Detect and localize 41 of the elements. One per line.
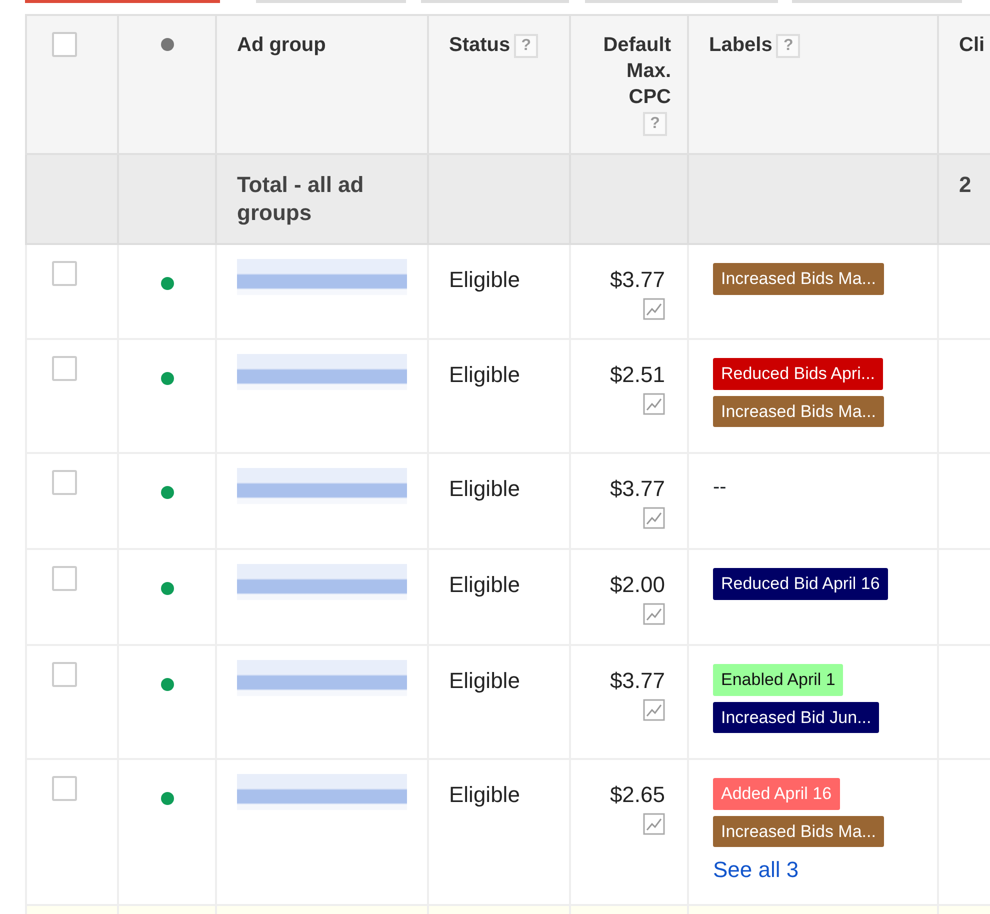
status-text: Eligible: [448, 571, 521, 599]
label-tag[interactable]: Reduced Bids Apri...: [713, 358, 884, 390]
total-clicks: 2: [959, 172, 972, 197]
total-label: Total - all ad groups: [237, 172, 364, 225]
label-tag[interactable]: Increased Bid Jun...: [713, 702, 880, 733]
see-all-link[interactable]: See all 3: [713, 853, 799, 886]
row-checkbox[interactable]: [52, 261, 77, 286]
tab[interactable]: [585, 0, 778, 3]
trend-chart-icon[interactable]: [643, 393, 665, 415]
trend-chart-icon[interactable]: [643, 507, 665, 529]
trend-chart-icon[interactable]: [643, 298, 665, 320]
column-header[interactable]: Ad group: [237, 34, 326, 56]
status-dot-header-icon: [160, 38, 174, 51]
row-checkbox[interactable]: [52, 776, 77, 801]
column-header[interactable]: Cli: [959, 34, 985, 56]
tab[interactable]: [25, 0, 220, 3]
status-text: Eligible: [448, 781, 521, 809]
trend-chart-icon[interactable]: [643, 813, 665, 835]
status-text: Eligible: [448, 266, 521, 294]
status-text: Eligible: [448, 361, 521, 389]
column-header[interactable]: Status: [449, 34, 510, 56]
row-checkbox[interactable]: [52, 662, 77, 687]
column-header[interactable]: Default Max. CPC: [591, 32, 671, 110]
label-tag[interactable]: Enabled April 1: [713, 664, 844, 696]
row-checkbox[interactable]: [52, 566, 77, 591]
label-tag[interactable]: Reduced Bid April 16: [713, 568, 888, 600]
trend-chart-icon[interactable]: [643, 603, 665, 625]
empty-labels-text: --: [713, 475, 726, 500]
row-checkbox[interactable]: [52, 356, 77, 381]
row-checkbox[interactable]: [52, 470, 77, 495]
label-tag[interactable]: Increased Bids Ma...: [713, 396, 884, 427]
column-header[interactable]: Labels: [709, 34, 772, 56]
tab[interactable]: [792, 0, 962, 3]
select-all-checkbox[interactable]: [52, 32, 77, 57]
status-text: Eligible: [448, 667, 521, 695]
label-tag[interactable]: Increased Bids Ma...: [713, 263, 884, 294]
trend-chart-icon[interactable]: [643, 699, 665, 721]
tab[interactable]: [421, 0, 569, 3]
label-tag[interactable]: Increased Bids Ma...: [713, 816, 884, 847]
status-text: Eligible: [448, 475, 521, 503]
tab[interactable]: [256, 0, 406, 3]
